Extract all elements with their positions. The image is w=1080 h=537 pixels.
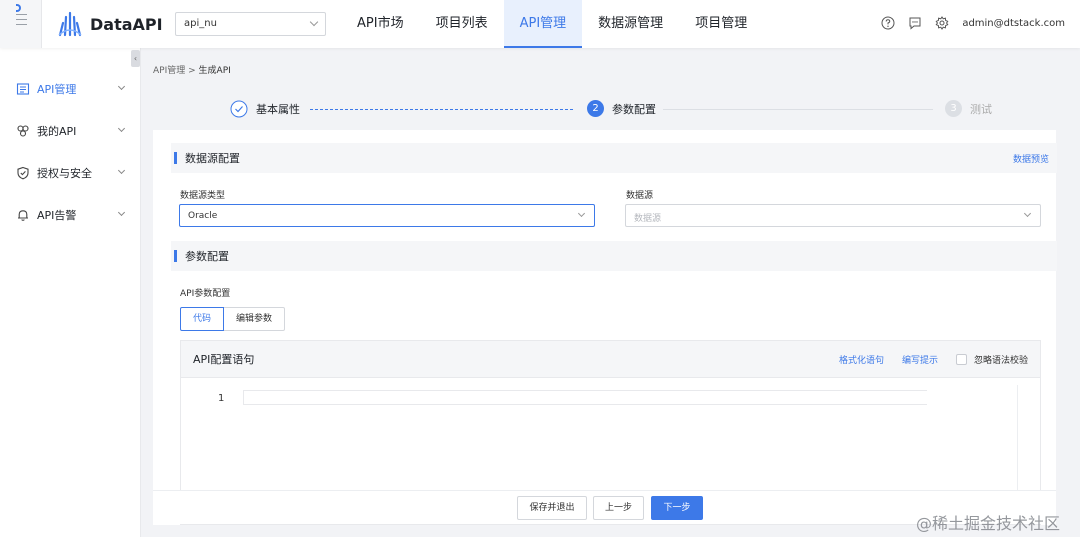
chevron-down-icon: [1023, 209, 1032, 218]
datasource-section-header: 数据源配置 数据预览: [171, 143, 1057, 173]
project-select[interactable]: api_nu: [175, 12, 326, 36]
step-label: 测试: [970, 102, 992, 116]
step-number: 3: [945, 100, 962, 117]
sidebar-item-auth-security[interactable]: 授权与安全: [16, 163, 126, 183]
writing-hint-link[interactable]: 编写提示: [902, 353, 938, 366]
mode-edit-params-button[interactable]: 编辑参数: [224, 307, 286, 331]
sidebar: API管理 我的API 授权与安全 API告警: [0, 48, 141, 537]
section-title: 数据源配置: [185, 152, 240, 165]
sidebar-item-api-alert[interactable]: API告警: [16, 205, 126, 225]
editor-title: API配置语句: [193, 353, 255, 366]
previous-step-button[interactable]: 上一步: [593, 496, 644, 520]
bell-icon: [18, 210, 28, 221]
datasource-placeholder: 数据源: [634, 214, 662, 224]
chevron-down-icon: [117, 82, 126, 91]
main-nav: API市场 项目列表 API管理 数据源管理 项目管理: [341, 0, 763, 48]
save-and-exit-button[interactable]: 保存并退出: [517, 496, 587, 520]
sidebar-item-label: API管理: [37, 83, 77, 96]
settings-icon[interactable]: [935, 16, 949, 30]
partial-logo-icon: [16, 4, 21, 12]
ignore-syntax-label: 忽略语法校验: [973, 355, 1028, 366]
breadcrumb-current: 生成API: [198, 66, 231, 76]
nav-tab-api-market[interactable]: API市场: [341, 0, 420, 48]
step-connector-done: [310, 109, 573, 110]
param-mode-toggle: 代码 编辑参数: [180, 307, 286, 331]
step-test: 3 测试: [945, 100, 992, 117]
nav-tab-project-list[interactable]: 项目列表: [420, 0, 504, 48]
app-name: DataAPI: [90, 14, 163, 34]
hamburger-menu-icon[interactable]: [16, 14, 27, 29]
step-label: 参数配置: [612, 102, 656, 116]
code-input-line[interactable]: [243, 390, 927, 405]
breadcrumb-parent[interactable]: API管理: [153, 66, 185, 76]
app-logo[interactable]: DataAPI: [57, 11, 163, 37]
datasource-select[interactable]: 数据源: [625, 204, 1041, 227]
sidebar-item-label: 我的API: [37, 125, 77, 138]
next-step-button[interactable]: 下一步: [651, 496, 703, 520]
sidebar-collapse-button[interactable]: ‹: [131, 50, 140, 67]
check-circle-icon: [230, 100, 248, 118]
user-account[interactable]: admin@dtstack.com: [962, 18, 1065, 29]
line-number: 1: [218, 393, 225, 404]
my-api-icon: [17, 125, 29, 137]
datasource-type-label: 数据源类型: [180, 191, 226, 201]
nav-tab-project-manage[interactable]: 项目管理: [679, 0, 763, 48]
datasource-type-value: Oracle: [188, 211, 218, 221]
chevron-down-icon: [577, 209, 586, 218]
nav-tab-api-manage[interactable]: API管理: [503, 0, 583, 48]
step-param-config: 2 参数配置: [587, 100, 656, 117]
section-accent-bar: [174, 250, 177, 262]
datasource-type-select[interactable]: Oracle: [179, 204, 595, 227]
sidebar-item-my-api[interactable]: 我的API: [16, 121, 126, 141]
mode-code-button[interactable]: 代码: [180, 307, 225, 331]
main-form-card: 数据源配置 数据预览 数据源类型 Oracle 数据源 数据源 参数配置 API…: [153, 130, 1057, 525]
step-label: 基本属性: [256, 103, 300, 116]
step-number: 2: [587, 100, 604, 117]
steps-bar: 基本属性 2 参数配置 3 测试: [153, 86, 1056, 130]
sidebar-item-label: 授权与安全: [37, 167, 92, 180]
api-param-label: API参数配置: [180, 289, 231, 299]
data-preview-link[interactable]: 数据预览: [1013, 152, 1049, 165]
sidebar-item-label: API告警: [37, 209, 77, 222]
dataapi-logo-icon: [58, 11, 82, 37]
sidebar-item-api-manage[interactable]: API管理: [16, 79, 126, 99]
message-icon[interactable]: [908, 16, 922, 30]
step-basic-properties: 基本属性: [230, 100, 300, 118]
project-select-value: api_nu: [184, 18, 217, 29]
chevron-down-icon: [117, 166, 126, 175]
step-connector-pending: [663, 109, 933, 110]
breadcrumb-separator: >: [188, 66, 196, 76]
watermark: @稀土掘金技术社区: [916, 514, 1061, 533]
ignore-syntax-checkbox[interactable]: [955, 353, 967, 365]
param-section-header: 参数配置: [171, 241, 1057, 271]
top-right-area: admin@dtstack.com: [881, 16, 1065, 30]
top-bar: DataAPI api_nu API市场 项目列表 API管理 数据源管理 项目…: [0, 0, 1080, 48]
section-title: 参数配置: [185, 250, 229, 263]
help-icon[interactable]: [881, 16, 895, 30]
menu-strip[interactable]: [0, 0, 42, 48]
section-accent-bar: [174, 152, 177, 164]
chevron-down-icon: [117, 208, 126, 217]
breadcrumb: API管理 > 生成API: [153, 63, 231, 76]
datasource-label: 数据源: [626, 191, 654, 201]
editor-header: API配置语句 格式化语句 编写提示 忽略语法校验: [181, 341, 1040, 378]
chevron-down-icon: [309, 17, 319, 27]
api-manage-icon: [16, 83, 30, 95]
chevron-down-icon: [117, 124, 126, 133]
format-sql-link[interactable]: 格式化语句: [839, 353, 884, 366]
shield-icon: [17, 166, 29, 180]
nav-tab-datasource-manage[interactable]: 数据源管理: [582, 0, 679, 48]
